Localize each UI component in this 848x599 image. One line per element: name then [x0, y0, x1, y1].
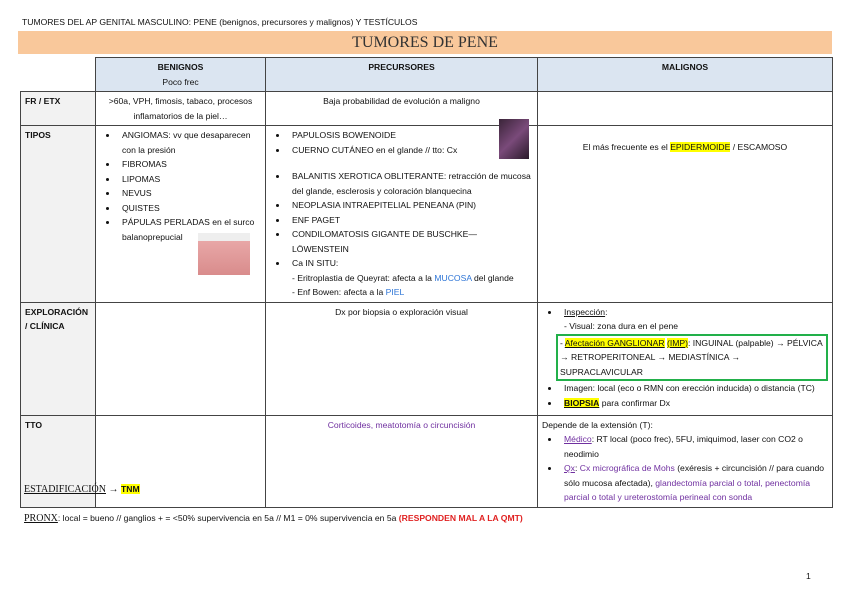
- page-title: TUMORES DE PENE: [18, 31, 832, 54]
- papulas-perladas-image: [198, 233, 250, 275]
- list-item: Médico: RT local (poco frec), 5FU, imiqu…: [560, 432, 828, 461]
- list-item: LIPOMAS: [118, 172, 261, 187]
- list-item: ANGIOMAS: vv que desaparecen con la pres…: [118, 128, 261, 157]
- ganglionar-box: - Afectación GANGLIONAR (IMP): INGUINAL …: [556, 333, 828, 381]
- list-item: Inspección: - Visual: zona dura en el pe…: [556, 305, 828, 381]
- list-item: PAPULOSIS BOWENOIDE: [288, 128, 533, 143]
- tto-precursores: Corticoides, meatotomía o circuncisión: [265, 414, 538, 508]
- list-item: BIOPSIA para confirmar Dx: [560, 396, 828, 411]
- exploracion-malignos: Inspección: - Visual: zona dura en el pe…: [537, 301, 833, 416]
- tipos-malignos: El más frecuente es el EPIDERMOIDE / ESC…: [537, 125, 833, 303]
- tipos-benignos: ANGIOMAS: vv que desaparecen con la pres…: [95, 125, 266, 303]
- list-item: BALANITIS XEROTICA OBLITERANTE: retracci…: [288, 169, 533, 198]
- list-item: ENF PAGET: [288, 213, 533, 228]
- list-item: NEOPLASIA INTRAEPITELIAL PENEANA (PIN): [288, 198, 533, 213]
- tumors-table: BENIGNOS Poco frec PRECURSORES MALIGNOS F…: [20, 57, 833, 508]
- row-label-fr: FR / ETX: [20, 91, 96, 126]
- insitu-a: - Eritroplastia de Queyrat: afecta a la …: [292, 272, 514, 283]
- list-item: CUERNO CUTÁNEO en el glande // tto: Cx: [288, 143, 533, 158]
- col-benignos: BENIGNOS Poco frec: [95, 57, 266, 92]
- exploracion-precursores: Dx por biopsia o exploración visual: [265, 301, 538, 416]
- list-item: Imagen: local (eco o RMN con erección in…: [560, 381, 828, 396]
- fr-precursores: Baja probabilidad de evolución a maligno: [265, 91, 538, 126]
- insitu-b: - Enf Bowen: afecta a la PIEL: [292, 287, 405, 297]
- row-label-tipos: TIPOS: [20, 125, 96, 303]
- list-item: NEVUS: [118, 186, 261, 201]
- document-header: TUMORES DEL AP GENITAL MASCULINO: PENE (…: [22, 17, 418, 27]
- row-label-exploracion: EXPLORACIÓN / CLÍNICA: [20, 301, 96, 416]
- list-item: FIBROMAS: [118, 157, 261, 172]
- cuerno-cutaneo-image: [499, 119, 529, 159]
- pronostico: PRONX: local = bueno // ganglios + = <50…: [24, 513, 523, 524]
- tto-malignos: Depende de la extensión (T): Médico: RT …: [537, 414, 833, 508]
- estadificacion: ESTADIFICACIÓN → TNM: [24, 484, 140, 495]
- tipos-precursores: PAPULOSIS BOWENOIDE CUERNO CUTÁNEO en el…: [265, 125, 538, 303]
- fr-benignos: >60a, VPH, fimosis, tabaco, procesos inf…: [95, 91, 266, 126]
- list-item: QUISTES: [118, 201, 261, 216]
- col-precursores: PRECURSORES: [265, 57, 538, 92]
- list-item: Qx: Cx micrográfica de Mohs (exéresis + …: [560, 461, 828, 505]
- list-item: CONDILOMATOSIS GIGANTE DE BUSCHKE—LÖWENS…: [288, 227, 533, 256]
- page-number: 1: [806, 571, 811, 581]
- list-item: Ca IN SITU:: [288, 256, 533, 271]
- col-malignos: MALIGNOS: [537, 57, 833, 92]
